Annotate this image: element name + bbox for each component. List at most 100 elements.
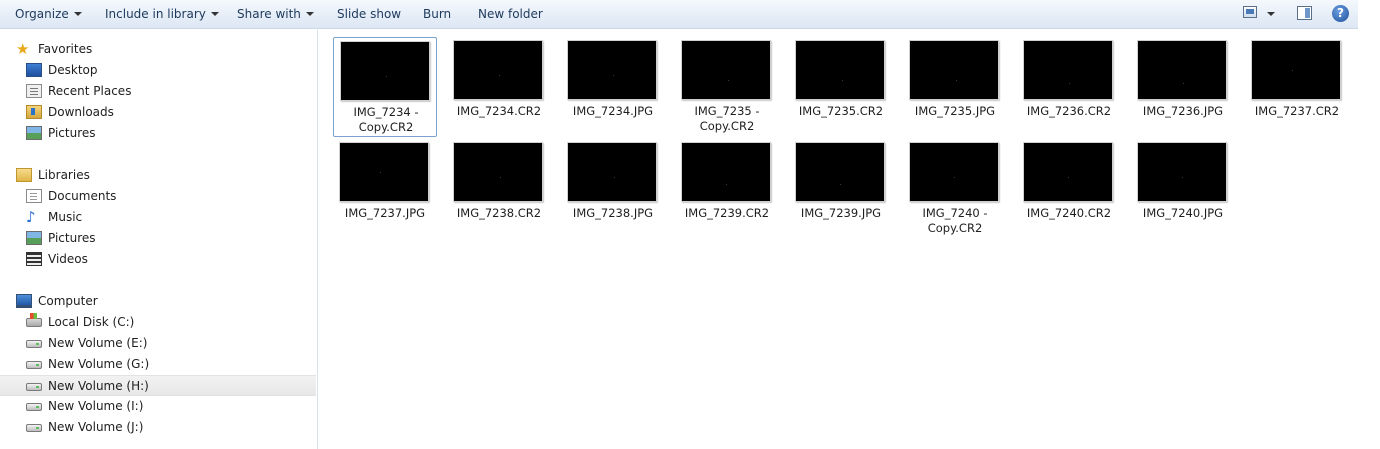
- videos-icon: [26, 252, 42, 266]
- command-bar: Organize Include in library Share with S…: [0, 0, 1358, 29]
- file-name: IMG_7237.JPG: [344, 206, 426, 220]
- file-name: IMG_7235.JPG: [914, 104, 996, 118]
- file-item[interactable]: IMG_7235.JPG: [903, 37, 1007, 137]
- nav-label: New Volume (J:): [48, 420, 144, 434]
- nav-label: Music: [48, 210, 83, 224]
- nav-label: Documents: [48, 189, 117, 203]
- file-list[interactable]: IMG_7234 - Copy.CR2 IMG_7234.CR2 IMG_723…: [319, 30, 1358, 449]
- file-item[interactable]: IMG_7239.JPG: [789, 139, 893, 239]
- star-icon: ★: [16, 40, 30, 58]
- image-thumbnail: [1023, 142, 1113, 202]
- nav-label: New Volume (H:): [48, 379, 149, 393]
- help-icon[interactable]: ?: [1332, 5, 1349, 22]
- view-options-chevron-icon[interactable]: [1267, 12, 1275, 16]
- organize-button[interactable]: Organize: [15, 0, 82, 28]
- file-item[interactable]: IMG_7236.CR2: [1017, 37, 1121, 137]
- nav-label: New Volume (E:): [48, 336, 148, 350]
- recent-places-icon: [26, 84, 42, 98]
- drive-icon: [26, 340, 42, 348]
- image-thumbnail: [1251, 40, 1341, 100]
- image-thumbnail: [1137, 142, 1227, 202]
- share-with-button[interactable]: Share with: [237, 0, 314, 28]
- local-disk-icon: [26, 313, 42, 327]
- file-name: IMG_7237.CR2: [1254, 104, 1340, 118]
- file-item[interactable]: IMG_7234.JPG: [561, 37, 665, 137]
- new-folder-button[interactable]: New folder: [478, 0, 543, 28]
- file-item[interactable]: IMG_7238.CR2: [447, 139, 551, 239]
- include-in-library-button[interactable]: Include in library: [105, 0, 219, 28]
- file-name: IMG_7235.CR2: [798, 104, 884, 118]
- nav-label: Pictures: [48, 231, 96, 245]
- image-thumbnail: [1137, 40, 1227, 100]
- file-item[interactable]: IMG_7235.CR2: [789, 37, 893, 137]
- computer-icon: [16, 294, 32, 308]
- image-thumbnail: [909, 142, 999, 202]
- pictures-icon: [26, 126, 42, 140]
- image-thumbnail: [795, 40, 885, 100]
- chevron-down-icon: [210, 12, 219, 16]
- image-thumbnail: [340, 41, 430, 101]
- music-icon: ♪: [26, 208, 36, 226]
- nav-label: Recent Places: [48, 84, 132, 98]
- share-with-label: Share with: [237, 7, 301, 21]
- nav-label: New Volume (I:): [48, 399, 144, 413]
- drive-icon: [26, 424, 42, 432]
- nav-label: Downloads: [48, 105, 114, 119]
- nav-label: Desktop: [48, 63, 98, 77]
- nav-label: Pictures: [48, 126, 96, 140]
- file-item[interactable]: IMG_7234.CR2: [447, 37, 551, 137]
- file-item[interactable]: IMG_7238.JPG: [561, 139, 665, 239]
- burn-button[interactable]: Burn: [423, 0, 451, 28]
- image-thumbnail: [339, 142, 429, 202]
- file-name: IMG_7238.JPG: [572, 206, 654, 220]
- file-item[interactable]: IMG_7240.CR2: [1017, 139, 1121, 239]
- libraries-icon: [16, 168, 32, 182]
- nav-label: Local Disk (C:): [48, 315, 135, 329]
- file-name: IMG_7239.JPG: [800, 206, 882, 220]
- file-name: IMG_7236.CR2: [1026, 104, 1112, 118]
- image-thumbnail: [567, 142, 657, 202]
- file-name: IMG_7235 - Copy.CR2: [694, 104, 760, 133]
- file-item[interactable]: IMG_7237.CR2: [1245, 37, 1349, 137]
- file-item[interactable]: IMG_7240 - Copy.CR2: [903, 139, 1007, 239]
- file-name: IMG_7240.JPG: [1142, 206, 1224, 220]
- window-edge: [1358, 0, 1380, 449]
- file-name: IMG_7234.JPG: [572, 104, 654, 118]
- image-thumbnail: [681, 142, 771, 202]
- nav-item-volume-h[interactable]: New Volume (H:): [0, 375, 316, 396]
- nav-label: New Volume (G:): [48, 357, 150, 371]
- documents-icon: [26, 189, 42, 203]
- nav-label: Videos: [48, 252, 88, 266]
- file-name: IMG_7238.CR2: [456, 206, 542, 220]
- file-name: IMG_7234.CR2: [456, 104, 542, 118]
- change-view-icon[interactable]: [1243, 6, 1257, 18]
- desktop-icon: [26, 63, 42, 77]
- file-item[interactable]: IMG_7234 - Copy.CR2: [333, 37, 437, 137]
- slide-show-button[interactable]: Slide show: [337, 0, 401, 28]
- file-name: IMG_7239.CR2: [684, 206, 770, 220]
- image-thumbnail: [453, 40, 543, 100]
- file-item[interactable]: IMG_7239.CR2: [675, 139, 779, 239]
- include-in-library-label: Include in library: [105, 7, 206, 21]
- file-name: IMG_7236.JPG: [1142, 104, 1224, 118]
- navigation-pane: ★ Favorites Desktop Recent Places Downlo…: [0, 30, 318, 449]
- drive-icon: [26, 361, 42, 369]
- drive-icon: [26, 383, 42, 391]
- drive-icon: [26, 403, 42, 411]
- preview-pane-icon[interactable]: [1297, 6, 1312, 20]
- downloads-icon: [26, 105, 42, 119]
- pictures-icon: [26, 231, 42, 245]
- nav-label: Favorites: [38, 42, 93, 56]
- image-thumbnail: [567, 40, 657, 100]
- file-name: IMG_7234 - Copy.CR2: [353, 105, 419, 134]
- file-item[interactable]: IMG_7235 - Copy.CR2: [675, 37, 779, 137]
- image-thumbnail: [1023, 40, 1113, 100]
- organize-label: Organize: [15, 7, 69, 21]
- image-thumbnail: [909, 40, 999, 100]
- file-item[interactable]: IMG_7236.JPG: [1131, 37, 1235, 137]
- file-name: IMG_7240.CR2: [1026, 206, 1112, 220]
- nav-label: Libraries: [38, 168, 90, 182]
- file-item[interactable]: IMG_7237.JPG: [333, 139, 437, 239]
- chevron-down-icon: [73, 12, 82, 16]
- file-item[interactable]: IMG_7240.JPG: [1131, 139, 1235, 239]
